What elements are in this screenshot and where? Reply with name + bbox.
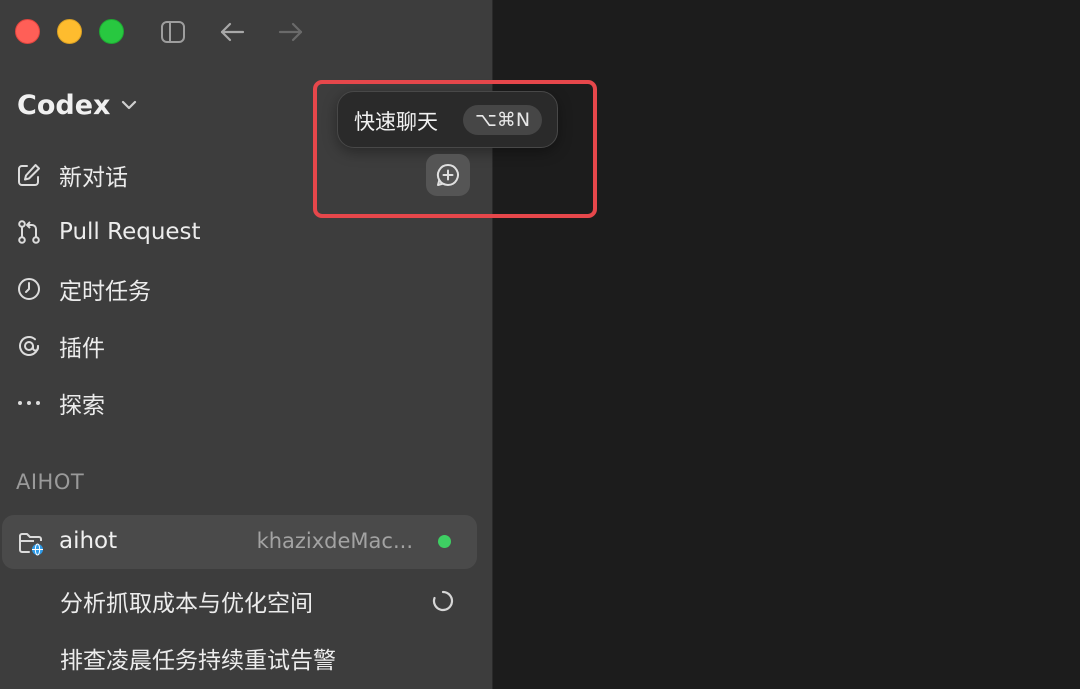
nav-plugins[interactable]: 插件 — [16, 328, 105, 364]
keyboard-shortcut: ⌥⌘N — [463, 105, 543, 135]
workspace-switcher[interactable]: Codex — [17, 86, 138, 124]
tooltip-label: 快速聊天 — [354, 110, 438, 134]
git-pull-request-icon — [16, 219, 42, 245]
nav-label: 新对话 — [59, 165, 128, 191]
close-window-button[interactable] — [15, 19, 40, 44]
thread-item[interactable]: 排查凌晨任务持续重试告警 — [60, 641, 336, 675]
project-host: khazixdeMac... — [256, 529, 413, 553]
zoom-window-button[interactable] — [99, 19, 124, 44]
project-row[interactable]: aihot khazixdeMac... — [2, 515, 477, 569]
forward-arrow-icon[interactable] — [277, 18, 305, 46]
quick-chat-button[interactable] — [426, 154, 470, 196]
section-label: AIHOT — [16, 470, 85, 494]
loading-spinner-icon — [432, 590, 454, 612]
back-arrow-icon[interactable] — [218, 18, 246, 46]
connection-status-dot — [438, 535, 451, 548]
nav-pull-request[interactable]: Pull Request — [16, 214, 201, 250]
thread-item[interactable]: 分析抓取成本与优化空间 — [60, 584, 313, 618]
nav-label: 插件 — [59, 336, 105, 362]
quick-chat-tooltip: 快速聊天 ⌥⌘N — [337, 91, 558, 148]
project-name: aihot — [59, 528, 118, 554]
chat-plus-icon — [435, 162, 461, 188]
nav-explore[interactable]: 探索 — [16, 385, 105, 421]
nav-label: Pull Request — [59, 219, 201, 245]
more-dots-icon — [16, 390, 42, 416]
chevron-down-icon — [120, 99, 138, 111]
nav-label: 探索 — [59, 393, 105, 419]
remote-folder-icon — [17, 529, 45, 557]
edit-icon — [16, 162, 42, 188]
workspace-name: Codex — [17, 89, 111, 121]
clock-icon — [16, 276, 42, 302]
plugin-icon — [16, 333, 42, 359]
sidebar-toggle-icon[interactable] — [159, 18, 187, 46]
main-content — [493, 0, 1080, 689]
minimize-window-button[interactable] — [57, 19, 82, 44]
nav-new-chat[interactable]: 新对话 — [16, 157, 128, 193]
nav-scheduled-tasks[interactable]: 定时任务 — [16, 271, 151, 307]
app-window: Codex 新对话 Pull Request 定时任务 插件 探索 AIHOT … — [0, 0, 1080, 689]
nav-label: 定时任务 — [59, 279, 151, 305]
